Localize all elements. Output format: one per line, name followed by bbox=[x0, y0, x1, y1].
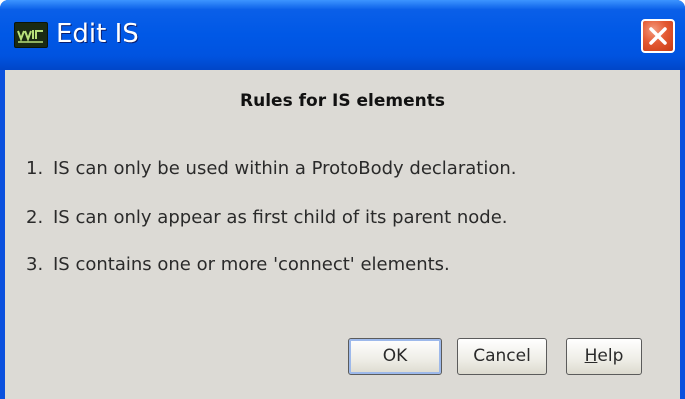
help-mnemonic: H bbox=[584, 346, 598, 366]
rule-text: IS contains one or more 'connect' elemen… bbox=[53, 254, 450, 275]
help-label: elp bbox=[597, 346, 624, 366]
rule-item: 2. IS can only appear as first child of i… bbox=[26, 207, 508, 228]
ok-button[interactable]: OK bbox=[348, 338, 442, 375]
rule-number: 1. bbox=[26, 158, 44, 179]
rules-heading: Rules for IS elements bbox=[240, 91, 445, 111]
cancel-button[interactable]: Cancel bbox=[457, 338, 547, 375]
dialog-content: Rules for IS elements 1. IS can only be u… bbox=[5, 70, 680, 399]
window-title: Edit IS bbox=[56, 19, 139, 49]
edit-is-dialog: Edit IS Rules for IS elements 1. IS can o… bbox=[0, 0, 685, 399]
help-button[interactable]: Help bbox=[566, 338, 642, 375]
rule-number: 3. bbox=[26, 254, 44, 275]
rule-text: IS can only be used within a ProtoBody d… bbox=[53, 158, 517, 179]
rule-number: 2. bbox=[26, 207, 44, 228]
app-icon[interactable] bbox=[14, 22, 48, 48]
title-bar[interactable]: Edit IS bbox=[0, 0, 685, 70]
close-button[interactable] bbox=[641, 19, 675, 53]
rule-text: IS can only appear as first child of its… bbox=[53, 207, 508, 228]
close-icon bbox=[649, 27, 667, 45]
rule-item: 1. IS can only be used within a ProtoBody… bbox=[26, 158, 516, 179]
rule-item: 3. IS contains one or more 'connect' elem… bbox=[26, 254, 450, 275]
